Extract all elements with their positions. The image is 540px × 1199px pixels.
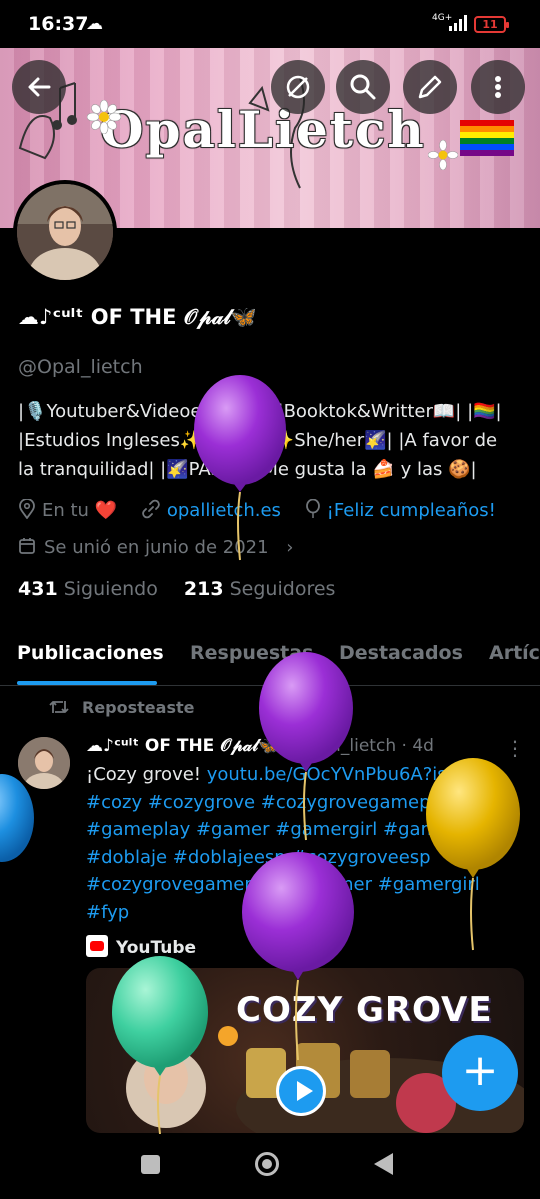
thumbnail-title: COZY GROVE [236, 990, 493, 1030]
post-author-name[interactable]: ☁♪ᶜᵘˡᵗ OF THE 𝒪𝓅𝒶𝓁🦋 [86, 736, 279, 756]
following-count: 431 [18, 578, 58, 600]
post-text: ¡Cozy grove! youtu.be/GOcYVnPbu6A?is... … [86, 761, 526, 926]
avatar-image [17, 184, 113, 280]
bio-line: |Estudios Ingleses✨| |🎹♪| |✨She/her🌠| |A… [18, 430, 498, 451]
post-text-lead: ¡Cozy grove! [86, 764, 207, 785]
chevron-right-icon[interactable]: › [286, 537, 293, 558]
back-nav-button[interactable] [374, 1153, 393, 1175]
signal-icon [449, 15, 467, 31]
balloon-icon [305, 498, 320, 518]
daisy-icon [87, 100, 121, 134]
joined-row: Se unió en junio de 2021 › [18, 537, 294, 558]
status-bar: 16:37 ☁ 4G+ 11 [0, 0, 540, 48]
profile-bio: |🎙️Youtuber&Videoeditor📹| |Booktok&Writt… [18, 397, 528, 484]
hashtag-line[interactable]: #gameplay #gamer #gamergirl #gamertwt [86, 816, 526, 844]
tab-destacados[interactable]: Destacados [339, 642, 463, 664]
search-button[interactable] [336, 60, 390, 114]
following-label: Siguiendo [63, 578, 158, 600]
followers-link[interactable]: 213 Seguidores [184, 578, 336, 600]
link-icon [142, 499, 160, 519]
status-time: 16:37 [28, 13, 89, 35]
repost-indicator: Reposteaste [48, 698, 194, 717]
hashtag-line[interactable]: #doblaje #doblajeesp #cozygroveesp [86, 844, 526, 872]
recents-button[interactable] [141, 1155, 160, 1174]
repost-label: Reposteaste [82, 698, 195, 717]
balloon-blue [0, 774, 34, 862]
mute-icon [286, 75, 310, 99]
bio-line: |🎙️Youtuber&Videoeditor📹| |Booktok&Writt… [18, 401, 502, 422]
system-nav-bar [0, 1134, 540, 1199]
youtube-icon [86, 935, 108, 957]
profile-tabs: Publicaciones Respuestas Destacados Artí… [0, 630, 540, 686]
tab-publicaciones[interactable]: Publicaciones [17, 642, 164, 664]
birthday-link[interactable]: ¡Feliz cumpleaños! [327, 500, 496, 521]
battery-icon: 11 [474, 16, 509, 33]
calendar-icon [19, 538, 35, 554]
more-vertical-icon [495, 76, 501, 98]
website-link[interactable]: opallietch.es [167, 500, 281, 521]
arrow-left-icon [28, 77, 51, 97]
followers-label: Seguidores [229, 578, 336, 600]
tab-articulos[interactable]: Artíc [489, 642, 540, 664]
hashtag-line[interactable]: #cozy #cozygrove #cozygrovegameplay [86, 789, 526, 817]
post-author-handle[interactable]: @Opal_lietch [285, 736, 397, 756]
card-source: YouTube [86, 935, 196, 958]
profile-name: ☁♪ᶜᵘˡᵗ OF THE 𝒪𝓅𝒶𝓁🦋 [18, 305, 257, 329]
follow-stats: 431 Siguiendo 213 Seguidores [18, 578, 335, 600]
more-button[interactable] [471, 60, 525, 114]
post-header: ☁♪ᶜᵘˡᵗ OF THE 𝒪𝓅𝒶𝓁🦋 @Opal_lietch · 4d [86, 736, 434, 756]
compose-post-button[interactable]: + [442, 1035, 518, 1111]
followers-count: 213 [183, 578, 224, 600]
profile-meta-row: En tu ❤️ opallietch.es ¡Feliz cumpleaños… [18, 498, 496, 521]
following-link[interactable]: 431 Siguiendo [18, 578, 158, 600]
post-time: 4d [412, 736, 434, 756]
edit-button[interactable] [403, 60, 457, 114]
post-more-icon[interactable]: ⋮ [505, 736, 525, 760]
repost-icon [49, 701, 69, 713]
post-avatar[interactable] [18, 737, 70, 789]
profile-avatar[interactable] [13, 180, 117, 284]
active-tab-indicator [17, 681, 157, 685]
rainbow-flag-icon [460, 120, 514, 156]
joined-text: Se unió en junio de 2021 [44, 537, 269, 558]
location-pin-icon [19, 498, 35, 520]
bio-line: la tranquilidad| |🌠PAS📞| |Me gusta la 🍰 … [18, 459, 477, 480]
back-button[interactable] [12, 60, 66, 114]
post-link[interactable]: youtu.be/GOcYVnPbu6A?is... [207, 764, 464, 785]
mute-button[interactable] [271, 60, 325, 114]
pencil-icon [418, 75, 442, 99]
daisy-icon [428, 140, 458, 170]
tab-respuestas[interactable]: Respuestas [190, 642, 313, 664]
search-icon [350, 74, 376, 100]
home-button[interactable] [255, 1152, 279, 1176]
location-text: En tu ❤️ [42, 500, 118, 521]
hashtag-line[interactable]: #fyp [86, 899, 526, 927]
play-button[interactable] [276, 1066, 326, 1116]
profile-handle: @Opal_lietch [18, 356, 143, 378]
avatar-image [18, 737, 70, 789]
card-source-label: YouTube [116, 938, 197, 958]
cloud-icon: ☁ [86, 14, 103, 34]
hashtag-line[interactable]: #cozygrovegamer #cozygamer #gamergirl [86, 871, 526, 899]
